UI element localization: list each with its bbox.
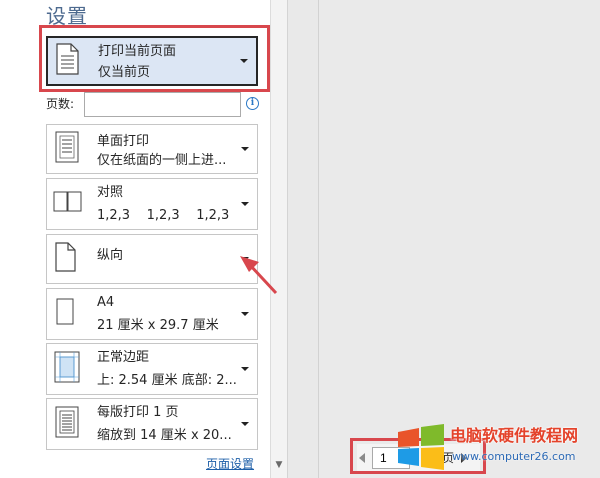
single-sided-page-icon: [53, 130, 81, 168]
paper-size-detail: 21 厘米 x 29.7 厘米: [97, 318, 219, 333]
paper-size-label: A4: [97, 295, 115, 310]
paper-size-icon: [53, 297, 77, 331]
collate-dropdown[interactable]: 对照 1,2,3 1,2,3 1,2,3: [46, 178, 258, 230]
highlight-box-print-scope: [39, 25, 270, 92]
pages-per-sheet-detail: 缩放到 14 厘米 x 20...: [97, 428, 232, 443]
chevron-down-icon: [241, 312, 249, 316]
print-preview-area: [287, 0, 600, 478]
chevron-down-icon: [241, 257, 249, 261]
watermark-title: 电脑软硬件教程网: [450, 426, 579, 445]
settings-scrollbar[interactable]: ▼: [270, 0, 287, 478]
orientation-label: 纵向: [97, 248, 124, 263]
page-setup-link[interactable]: 页面设置: [206, 455, 254, 472]
chevron-down-icon: [241, 422, 249, 426]
pages-label: 页数:: [46, 97, 75, 111]
chevron-down-icon: [241, 367, 249, 371]
margins-detail: 上: 2.54 厘米 底部: 2...: [97, 373, 237, 388]
collate-detail: 1,2,3 1,2,3 1,2,3: [97, 208, 230, 223]
windows-logo-watermark: [398, 424, 444, 470]
chevron-down-icon: [241, 147, 249, 151]
chevron-down-icon: [241, 202, 249, 206]
paper-size-dropdown[interactable]: A4 21 厘米 x 29.7 厘米: [46, 288, 258, 340]
scroll-down-arrow-icon[interactable]: ▼: [271, 458, 287, 472]
portrait-page-icon: [53, 242, 77, 276]
pages-per-sheet-icon: [53, 405, 81, 443]
orientation-dropdown[interactable]: 纵向: [46, 234, 258, 284]
pages-per-sheet-dropdown[interactable]: 每版打印 1 页 缩放到 14 厘米 x 20...: [46, 398, 258, 450]
collate-icon: [53, 190, 83, 218]
margins-icon: [53, 350, 81, 388]
print-preview-page-area: [318, 0, 600, 478]
sides-dropdown[interactable]: 单面打印 仅在纸面的一侧上进...: [46, 124, 258, 174]
margins-label: 正常边距: [97, 350, 150, 365]
sides-label: 单面打印: [97, 134, 150, 149]
pages-input[interactable]: [84, 92, 241, 117]
watermark-url: www.computer26.com: [452, 450, 576, 463]
margins-dropdown[interactable]: 正常边距 上: 2.54 厘米 底部: 2...: [46, 343, 258, 395]
pages-per-sheet-label: 每版打印 1 页: [97, 405, 179, 420]
collate-label: 对照: [97, 185, 124, 200]
info-icon[interactable]: i: [246, 97, 259, 110]
sides-detail: 仅在纸面的一侧上进...: [97, 153, 227, 168]
